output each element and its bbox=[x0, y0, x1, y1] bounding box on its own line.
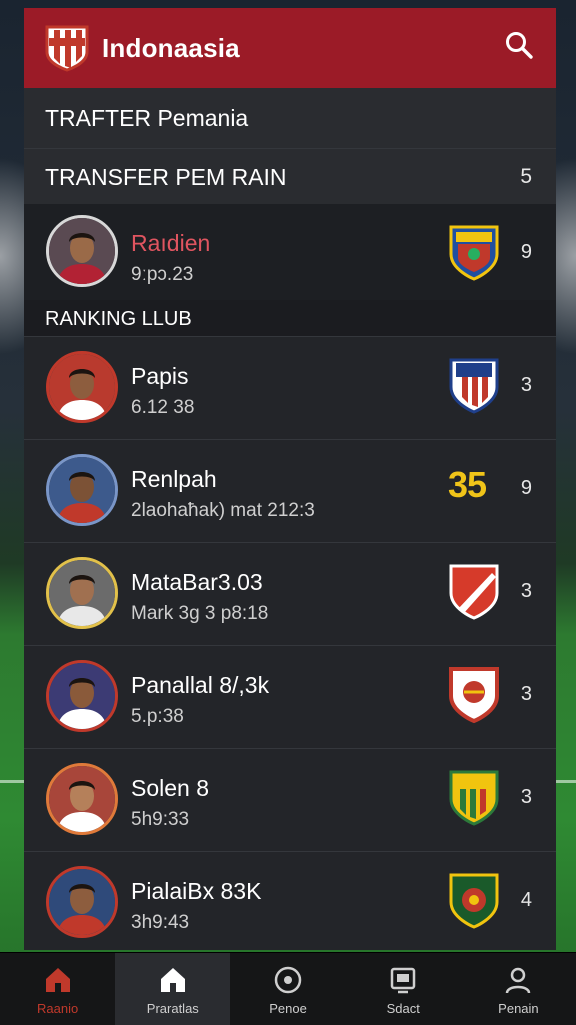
nav-item-sdact[interactable]: Sdact bbox=[346, 953, 461, 1025]
club-crest-icon bbox=[449, 667, 499, 724]
club-crest-icon bbox=[449, 564, 499, 620]
player-meta: 3h9:43 bbox=[131, 912, 190, 933]
nav-label: Praratlas bbox=[146, 1001, 199, 1016]
player-count: 9 bbox=[520, 241, 532, 263]
avatar bbox=[46, 215, 118, 287]
app-panel: Indonaasia TRAFTER Pemania TRANSFER PEM … bbox=[24, 8, 556, 950]
transfer-count: 5 bbox=[520, 165, 532, 188]
avatar bbox=[46, 763, 118, 835]
player-meta: 6.12 38 bbox=[131, 397, 195, 418]
player-name: MataBar3.03 bbox=[131, 569, 263, 595]
nav-item-penain[interactable]: Penain bbox=[461, 953, 576, 1025]
player-meta: 5h9:33 bbox=[131, 809, 190, 830]
player-meta: 5.p:38 bbox=[131, 706, 184, 727]
nav-item-penoe[interactable]: Penoe bbox=[230, 953, 345, 1025]
avatar bbox=[46, 454, 118, 526]
ranking-section-title: RANKING LLUB bbox=[24, 300, 556, 336]
player-name: Renlpah bbox=[131, 466, 217, 492]
club-crest-icon bbox=[449, 358, 499, 414]
profile-icon bbox=[506, 967, 531, 994]
app-title: Indonaasia bbox=[102, 32, 240, 63]
home-icon bbox=[45, 968, 70, 992]
player-meta: Mark 3g 3 p8:18 bbox=[131, 603, 269, 624]
player-name: Panallal 8/,3k bbox=[131, 672, 270, 698]
player-name: Raıdien bbox=[131, 230, 211, 256]
player-name: Solen 8 bbox=[131, 775, 210, 801]
player-count: 3 bbox=[520, 786, 532, 808]
avatar bbox=[46, 866, 118, 938]
club-crest-icon bbox=[449, 770, 499, 826]
nav-item-raanio[interactable]: Raanio bbox=[0, 953, 115, 1025]
nav-label: Penain bbox=[498, 1001, 539, 1016]
transfer-subtitle: TRANSFER PEM RAIN bbox=[45, 164, 287, 190]
player-row[interactable]: Renlpah 2laohaħak) mat 212:3 35 9 bbox=[24, 439, 556, 542]
player-meta: 9ːpɔ.23 bbox=[131, 264, 194, 285]
club-crest-icon bbox=[449, 225, 499, 281]
player-count: 3 bbox=[520, 374, 532, 396]
player-meta: 2laohaħak) mat 212:3 bbox=[131, 500, 315, 521]
rating-badge: 35 bbox=[448, 464, 487, 506]
nav-label: Sdact bbox=[386, 1001, 420, 1016]
transfer-section-title: TRAFTER Pemania bbox=[24, 88, 556, 148]
featured-player-row[interactable]: Raıdien 9ːpɔ.23 9 bbox=[24, 204, 556, 300]
top-bar: Indonaasia bbox=[24, 8, 556, 88]
player-count: 3 bbox=[520, 683, 532, 705]
club-logo-icon bbox=[45, 25, 89, 72]
screen-icon bbox=[390, 967, 416, 994]
bottom-nav: Raanio Praratlas Penoe Sdact Penain bbox=[0, 952, 576, 1025]
record-icon bbox=[274, 966, 302, 994]
avatar bbox=[46, 660, 118, 732]
player-row[interactable]: PialaiBx 83K 3h9:43 4 bbox=[24, 851, 556, 950]
nav-label: Raanio bbox=[37, 1001, 79, 1016]
player-row[interactable]: MataBar3.03 Mark 3g 3 p8:18 3 bbox=[24, 542, 556, 645]
nav-label: Penoe bbox=[269, 1001, 307, 1016]
rating-badge-value: 35 bbox=[448, 464, 487, 505]
player-count: 3 bbox=[520, 580, 532, 602]
club-crest-icon bbox=[449, 873, 499, 929]
player-count: 9 bbox=[520, 477, 532, 499]
player-name: Papis bbox=[131, 363, 189, 389]
transfer-section-header[interactable]: TRANSFER PEM RAIN 5 bbox=[24, 148, 556, 204]
player-row[interactable]: Papis 6.12 38 3 bbox=[24, 336, 556, 439]
avatar bbox=[46, 557, 118, 629]
nav-item-praratlas[interactable]: Praratlas bbox=[115, 953, 231, 1025]
player-count: 4 bbox=[520, 889, 532, 911]
avatar bbox=[46, 351, 118, 423]
home-icon bbox=[160, 968, 185, 992]
player-row[interactable]: Panallal 8/,3k 5.p:38 3 bbox=[24, 645, 556, 748]
player-row[interactable]: Solen 8 5h9:33 3 bbox=[24, 748, 556, 851]
player-name: PialaiBx 83K bbox=[131, 878, 262, 904]
search-icon[interactable] bbox=[504, 30, 534, 60]
